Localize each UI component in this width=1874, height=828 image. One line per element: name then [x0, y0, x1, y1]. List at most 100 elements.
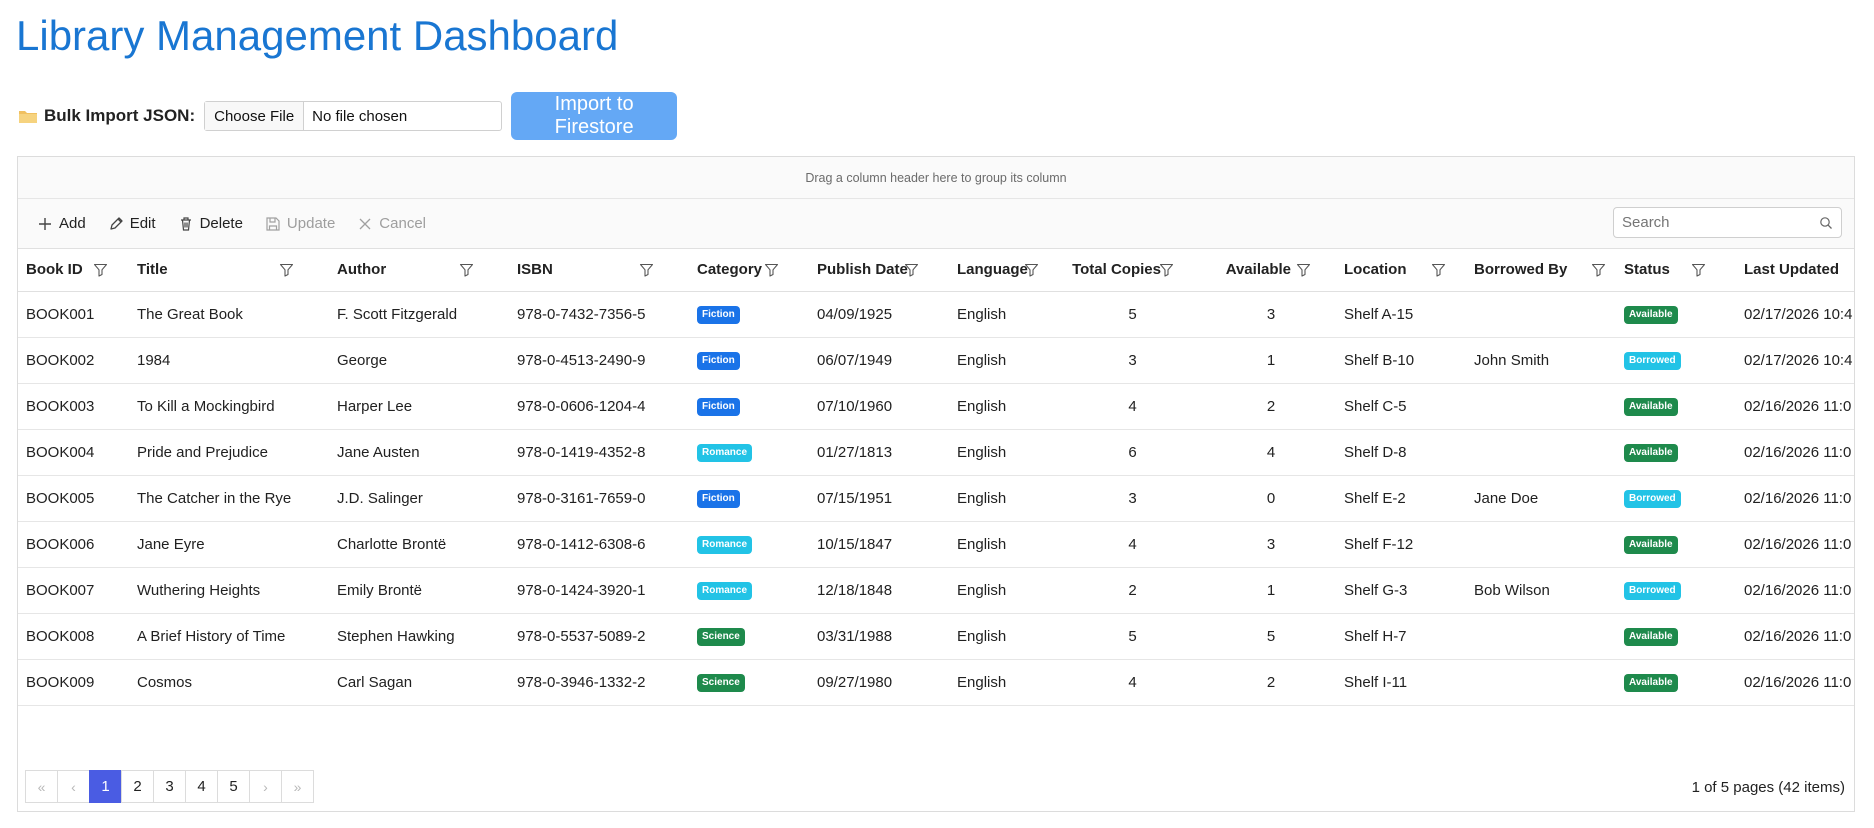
table-row[interactable]: BOOK003 To Kill a Mockingbird Harper Lee 97… [18, 383, 1854, 430]
cell-title: A Brief History of Time [129, 613, 329, 660]
filter-icon[interactable] [904, 262, 919, 277]
delete-label: Delete [199, 215, 243, 232]
last-page-button[interactable]: » [281, 770, 314, 803]
cell-category: Science [689, 659, 809, 706]
table-row[interactable]: BOOK005 The Catcher in the Rye J.D. Saling… [18, 475, 1854, 522]
cell-isbn: 978-0-1985-0362-7 [509, 705, 689, 719]
table-row[interactable]: BOOK004 Pride and Prejudice Jane Austen 978… [18, 429, 1854, 476]
grid-content: Book ID Title Author ISBN Category Publish Da… [18, 249, 1854, 719]
delete-button[interactable]: Delete [167, 207, 254, 241]
filter-icon[interactable] [279, 262, 294, 277]
cell-publish-date: 03/31/1988 [809, 613, 949, 660]
choose-file-button[interactable]: Choose File [205, 102, 305, 130]
filter-icon[interactable] [639, 262, 654, 277]
cell-location: Shelf B-10 [1336, 337, 1466, 384]
filter-icon[interactable] [1691, 262, 1706, 277]
cell-borrowed-by: John Smith [1466, 337, 1616, 384]
column-header-label: Title [137, 261, 168, 279]
column-header-available[interactable]: Available [1206, 249, 1336, 292]
status-badge: Available [1624, 536, 1678, 554]
table-row[interactable]: BOOK006 Jane Eyre Charlotte Brontë 978-0-14… [18, 521, 1854, 568]
group-hint-text: Drag a column header here to group its c… [805, 170, 1067, 185]
cell-isbn: 978-0-7432-7356-5 [509, 291, 689, 338]
page-2-button[interactable]: 2 [121, 770, 154, 803]
cell-language: English [949, 659, 1059, 706]
column-header-total[interactable]: Total Copies [1059, 249, 1206, 292]
cell-id: BOOK007 [18, 567, 129, 614]
cell-id: BOOK002 [18, 337, 129, 384]
column-header-updated[interactable]: Last Updated [1736, 249, 1854, 292]
cell-title: The Great Book [129, 291, 329, 338]
page-4-button[interactable]: 4 [185, 770, 218, 803]
column-header-status[interactable]: Status [1616, 249, 1736, 292]
table-row[interactable]: BOOK008 A Brief History of Time Stephen Ha… [18, 613, 1854, 660]
cell-title: The Selfish Gene [129, 705, 329, 719]
cell-borrowed-by [1466, 383, 1616, 430]
filter-icon[interactable] [1591, 262, 1606, 277]
cell-id: BOOK004 [18, 429, 129, 476]
cell-updated: 02/16/2026 11:0 [1736, 521, 1854, 568]
update-button[interactable]: Update [254, 207, 346, 241]
search-box[interactable] [1613, 207, 1842, 238]
cell-updated: 02/16/2026 11:0 [1736, 659, 1854, 706]
column-header-isbn[interactable]: ISBN [509, 249, 689, 292]
bulk-import-row: Bulk Import JSON: Choose File No file ch… [18, 92, 678, 140]
filter-icon[interactable] [93, 262, 108, 277]
filter-icon[interactable] [1296, 262, 1311, 277]
column-header-location[interactable]: Location [1336, 249, 1466, 292]
cell-isbn: 978-0-3946-1332-2 [509, 659, 689, 706]
table-row[interactable]: BOOK007 Wuthering Heights Emily Brontë 978-… [18, 567, 1854, 614]
page-info: 1 of 5 pages (42 items) [1691, 779, 1845, 796]
filter-icon[interactable] [764, 262, 779, 277]
cell-status: Available [1616, 659, 1736, 706]
first-page-button[interactable]: « [25, 770, 58, 803]
filter-icon[interactable] [1024, 262, 1039, 277]
page-1-button[interactable]: 1 [89, 770, 122, 803]
table-row[interactable]: BOOK002 1984 George 978-0-4513-2490-9 Fictio… [18, 337, 1854, 384]
cell-publish-date: 07/15/1951 [809, 475, 949, 522]
plus-icon [39, 217, 51, 230]
column-header-title[interactable]: Title [129, 249, 329, 292]
edit-button[interactable]: Edit [97, 207, 167, 241]
add-button[interactable]: Add [26, 207, 97, 241]
pager: « ‹ 1 2 3 4 5 › » [25, 770, 314, 804]
column-header-language[interactable]: Language [949, 249, 1059, 292]
file-input[interactable]: Choose File No file chosen [204, 101, 503, 131]
category-badge: Romance [697, 444, 753, 462]
cell-category: Romance [689, 521, 809, 568]
cell-category: Science [689, 613, 809, 660]
prev-page-button[interactable]: ‹ [57, 770, 90, 803]
search-input[interactable] [1614, 213, 1814, 232]
cell-status: Available [1616, 521, 1736, 568]
category-badge: Science [697, 628, 745, 646]
filter-icon[interactable] [459, 262, 474, 277]
table-row[interactable]: BOOK001 The Great Book F. Scott Fitzgerald… [18, 291, 1854, 338]
cell-total: 3 [1059, 475, 1206, 522]
search-icon[interactable] [1819, 216, 1833, 230]
add-label: Add [59, 215, 86, 232]
table-row[interactable]: BOOK009 Cosmos Carl Sagan 978-0-3946-1332-2… [18, 659, 1854, 706]
page-5-button[interactable]: 5 [217, 770, 250, 803]
column-header-author[interactable]: Author [329, 249, 509, 292]
category-badge: Fiction [697, 306, 740, 324]
column-header-borrowed-by[interactable]: Borrowed By [1466, 249, 1616, 292]
column-header-category[interactable]: Category [689, 249, 809, 292]
cell-available: 1 [1206, 337, 1336, 384]
filter-icon[interactable] [1431, 262, 1446, 277]
cancel-button[interactable]: Cancel [346, 207, 437, 241]
column-header-label: Book ID [26, 261, 83, 279]
table-row[interactable]: BOOK010The Selfish GeneRichard Dawkins97… [18, 705, 1854, 719]
filter-icon[interactable] [1159, 262, 1174, 277]
books-grid: Drag a column header here to group its c… [17, 156, 1855, 812]
column-header-label: Last Updated [1744, 261, 1840, 279]
cell-title: To Kill a Mockingbird [129, 383, 329, 430]
cell-category: Fiction [689, 291, 809, 338]
import-to-firestore-button[interactable]: Import to Firestore [511, 92, 678, 140]
cell-updated: 02/16/2026 11:0 [1736, 567, 1854, 614]
cell-id: BOOK010 [18, 705, 129, 719]
column-header-publish-date[interactable]: Publish Date [809, 249, 949, 292]
column-header-id[interactable]: Book ID [18, 249, 129, 292]
group-drop-area[interactable]: Drag a column header here to group its c… [18, 157, 1854, 199]
next-page-button[interactable]: › [249, 770, 282, 803]
page-3-button[interactable]: 3 [153, 770, 186, 803]
